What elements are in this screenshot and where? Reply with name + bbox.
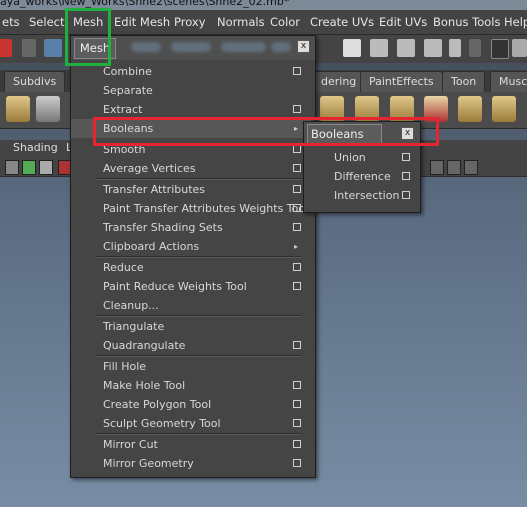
menu-item-cleanup[interactable]: Cleanup... (71, 296, 311, 315)
hypershade-icon[interactable] (449, 39, 461, 57)
tab-subdivs[interactable]: Subdivs (4, 71, 66, 93)
menu-item-triangulate[interactable]: Triangulate (71, 317, 311, 336)
option-box-icon[interactable] (293, 400, 301, 408)
tab-muscle[interactable]: Muscle (490, 71, 527, 93)
option-box-icon[interactable] (293, 440, 301, 448)
panel-book-icon[interactable] (39, 160, 53, 175)
tool-icon[interactable] (0, 39, 12, 57)
panel-camera-icon[interactable] (5, 160, 19, 175)
option-box-icon[interactable] (293, 459, 301, 467)
menu-item-paint-transfer-attributes[interactable]: Paint Transfer Attributes Weights Tool (71, 199, 311, 218)
menu-item-fill-hole[interactable]: Fill Hole (71, 357, 311, 376)
window-title: aya_works\New_Works\Shne2\scenes\Shne2_0… (0, 0, 290, 8)
menu-select[interactable]: Select (29, 10, 64, 34)
panel-isolate-icon[interactable] (447, 160, 461, 175)
plus-icon[interactable] (44, 39, 62, 57)
option-box-icon[interactable] (293, 263, 301, 271)
option-box-icon[interactable] (293, 223, 301, 231)
menu-help[interactable]: Help (504, 10, 527, 34)
panel-menu-shading[interactable]: Shading (13, 141, 58, 154)
menu-item-average-vertices[interactable]: Average Vertices (71, 159, 311, 178)
tab-toon[interactable]: Toon (442, 71, 486, 93)
menu-item-separate[interactable]: Separate (71, 81, 311, 100)
render-icon[interactable] (343, 39, 361, 57)
submenu-arrow-icon: ▸ (293, 242, 298, 251)
menu-item-transfer-shading-sets[interactable]: Transfer Shading Sets (71, 218, 311, 237)
menu-item-create-polygon-tool[interactable]: Create Polygon Tool (71, 395, 311, 414)
dropdown-icon[interactable] (22, 39, 36, 57)
ipr-render-icon[interactable] (397, 39, 415, 57)
menu-item-quadrangulate[interactable]: Quadrangulate (71, 336, 311, 355)
menu-normals[interactable]: Normals (217, 10, 265, 34)
shelf-bevel-icon[interactable] (458, 96, 482, 122)
menu-edit-mesh[interactable]: Edit Mesh (114, 10, 170, 34)
chevron-down-icon[interactable] (469, 39, 481, 57)
menu-item-transfer-attributes[interactable]: Transfer Attributes (71, 180, 311, 199)
option-box-icon[interactable] (293, 185, 301, 193)
tab-painteffects[interactable]: PaintEffects (360, 71, 443, 93)
option-box-icon[interactable] (293, 204, 301, 212)
highlight-box-booleans (93, 117, 439, 146)
option-box-icon[interactable] (293, 282, 301, 290)
panel-grid-icon[interactable] (22, 160, 36, 175)
menu-item-clipboard-actions[interactable]: Clipboard Actions ▸ (71, 237, 311, 256)
option-box-icon[interactable] (293, 164, 301, 172)
panel-wireframe-icon[interactable] (430, 160, 444, 175)
option-box-icon[interactable] (293, 381, 301, 389)
highlight-box-mesh-menu (65, 8, 111, 66)
shelf-barrel-icon[interactable] (6, 96, 30, 122)
sidebar-toggle-icon[interactable] (512, 39, 527, 57)
menu-item-intersection[interactable]: Intersection (304, 186, 420, 205)
menu-bonus-tools[interactable]: Bonus Tools (433, 10, 500, 34)
option-box-icon[interactable] (293, 145, 301, 153)
option-box-icon[interactable] (293, 341, 301, 349)
panel-share-icon[interactable] (464, 160, 478, 175)
option-box-icon[interactable] (293, 419, 301, 427)
option-box-icon[interactable] (293, 67, 301, 75)
tab-rendering[interactable]: dering (312, 71, 366, 93)
menu-item-difference[interactable]: Difference (304, 167, 420, 186)
menu-item-make-hole-tool[interactable]: Make Hole Tool (71, 376, 311, 395)
option-box-icon[interactable] (402, 191, 410, 199)
menu-item-reduce[interactable]: Reduce (71, 258, 311, 277)
menu-proxy[interactable]: Proxy (174, 10, 206, 34)
menu-item-union[interactable]: Union (304, 148, 420, 167)
option-box-icon[interactable] (293, 105, 301, 113)
clapper-icon[interactable] (370, 39, 388, 57)
menu-item-paint-reduce-weights[interactable]: Paint Reduce Weights Tool (71, 277, 311, 296)
render-settings-icon[interactable] (424, 39, 442, 57)
menu-edit-sets[interactable]: ets (2, 10, 20, 34)
menu-item-sculpt-geometry-tool[interactable]: Sculpt Geometry Tool (71, 414, 311, 433)
menu-edit-uvs[interactable]: Edit UVs (379, 10, 427, 34)
menu-item-mirror-cut[interactable]: Mirror Cut (71, 435, 311, 454)
menu-color[interactable]: Color (270, 10, 300, 34)
menu-item-mirror-geometry[interactable]: Mirror Geometry (71, 454, 311, 473)
option-box-icon[interactable] (402, 153, 410, 161)
shelf-bridge-icon[interactable] (492, 96, 516, 122)
shelf-object-icon[interactable] (36, 96, 60, 122)
mesh-menu-close-button[interactable]: x (297, 40, 310, 53)
menu-create-uvs[interactable]: Create UVs (310, 10, 374, 34)
option-box-icon[interactable] (402, 172, 410, 180)
input-field-icon[interactable] (491, 39, 509, 59)
mesh-menu: Mesh x Combine Separate Extract Booleans… (70, 35, 316, 478)
